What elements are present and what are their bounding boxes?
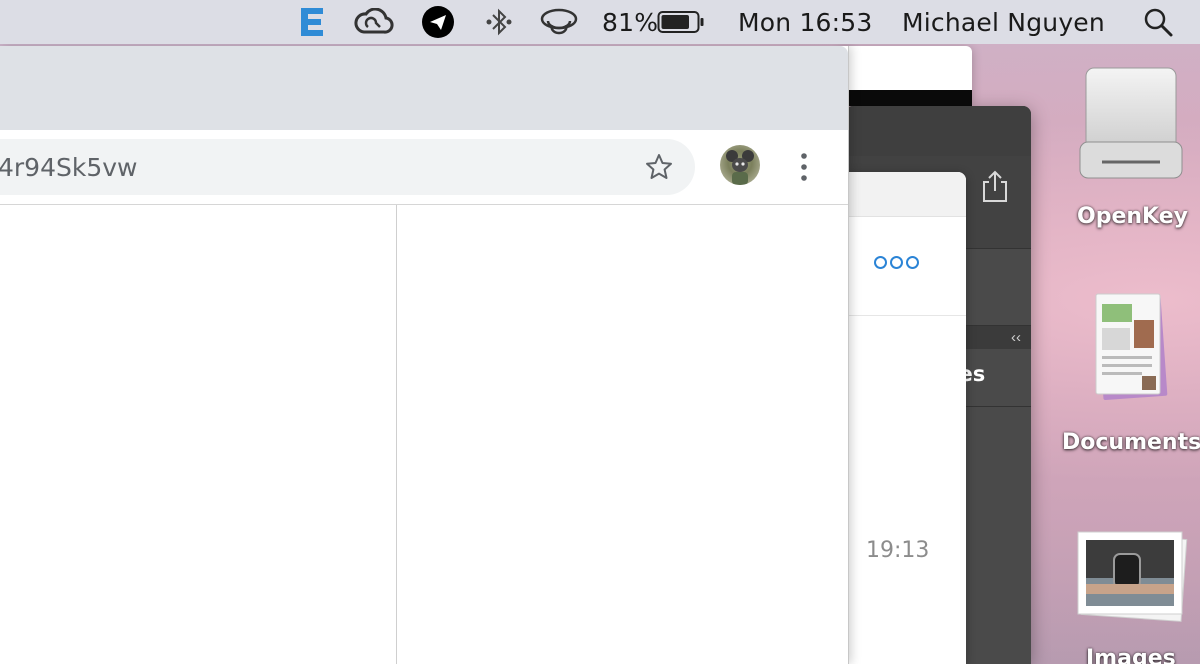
images-folder-icon <box>1077 531 1188 622</box>
battery-icon[interactable] <box>657 0 705 44</box>
browser-toolbar: 4r94Sk5vw <box>0 130 848 205</box>
dark-window-titlebar <box>845 106 1031 157</box>
menubar-clock[interactable]: Mon 16:53 <box>738 0 873 44</box>
menu-bar: 81% Mon 16:53 Michael Nguyen <box>0 0 1200 44</box>
background-window-light[interactable]: 19:13 <box>842 172 966 664</box>
background-window-white[interactable] <box>840 46 972 106</box>
airplay-icon[interactable] <box>538 0 580 44</box>
spotlight-search-icon[interactable] <box>1142 0 1174 44</box>
share-icon <box>983 170 1007 202</box>
kebab-menu-icon <box>801 153 807 181</box>
more-options-icon[interactable] <box>874 256 919 269</box>
desktop-icon-openkey[interactable]: OpenKey <box>1076 64 1188 229</box>
star-icon <box>646 154 672 179</box>
creative-cloud-icon[interactable] <box>354 0 394 44</box>
browser-menu-button[interactable] <box>796 150 812 184</box>
page-column-divider <box>396 205 397 664</box>
evernote-icon[interactable] <box>298 0 326 44</box>
external-drive-icon <box>1079 67 1183 179</box>
bluetooth-icon[interactable] <box>485 0 513 44</box>
light-window-titlebar <box>842 172 966 217</box>
desktop-icon-label[interactable]: OpenKey <box>1077 204 1188 229</box>
battery-percent: 81% <box>602 7 659 37</box>
sidebar-collapse-button[interactable]: ‹‹ <box>965 325 1031 349</box>
divider <box>965 325 1031 326</box>
avatar-image <box>726 150 754 185</box>
message-time: 19:13 <box>866 538 930 563</box>
share-button[interactable] <box>977 168 1013 204</box>
page-content <box>0 205 848 664</box>
desktop-icon-documents[interactable]: Documents <box>1062 290 1200 455</box>
browser-tab-strip[interactable] <box>0 46 848 130</box>
browser-window[interactable]: 4r94Sk5vw <box>0 46 849 664</box>
address-bar[interactable]: 4r94Sk5vw <box>0 139 695 195</box>
bookmark-star-button[interactable] <box>644 152 674 182</box>
desktop-icon-label[interactable]: Images <box>1086 646 1176 664</box>
window-dark-strip <box>840 90 972 106</box>
divider <box>842 315 966 316</box>
documents-folder-icon <box>1095 293 1168 400</box>
desktop-icon-images[interactable]: Images <box>1074 528 1190 664</box>
address-bar-text[interactable]: 4r94Sk5vw <box>0 153 138 182</box>
menubar-user-name[interactable]: Michael Nguyen <box>902 0 1105 44</box>
telegram-icon[interactable] <box>421 0 455 44</box>
desktop-icon-label[interactable]: Documents <box>1062 430 1200 455</box>
divider <box>965 406 1031 407</box>
profile-avatar[interactable] <box>720 145 760 185</box>
